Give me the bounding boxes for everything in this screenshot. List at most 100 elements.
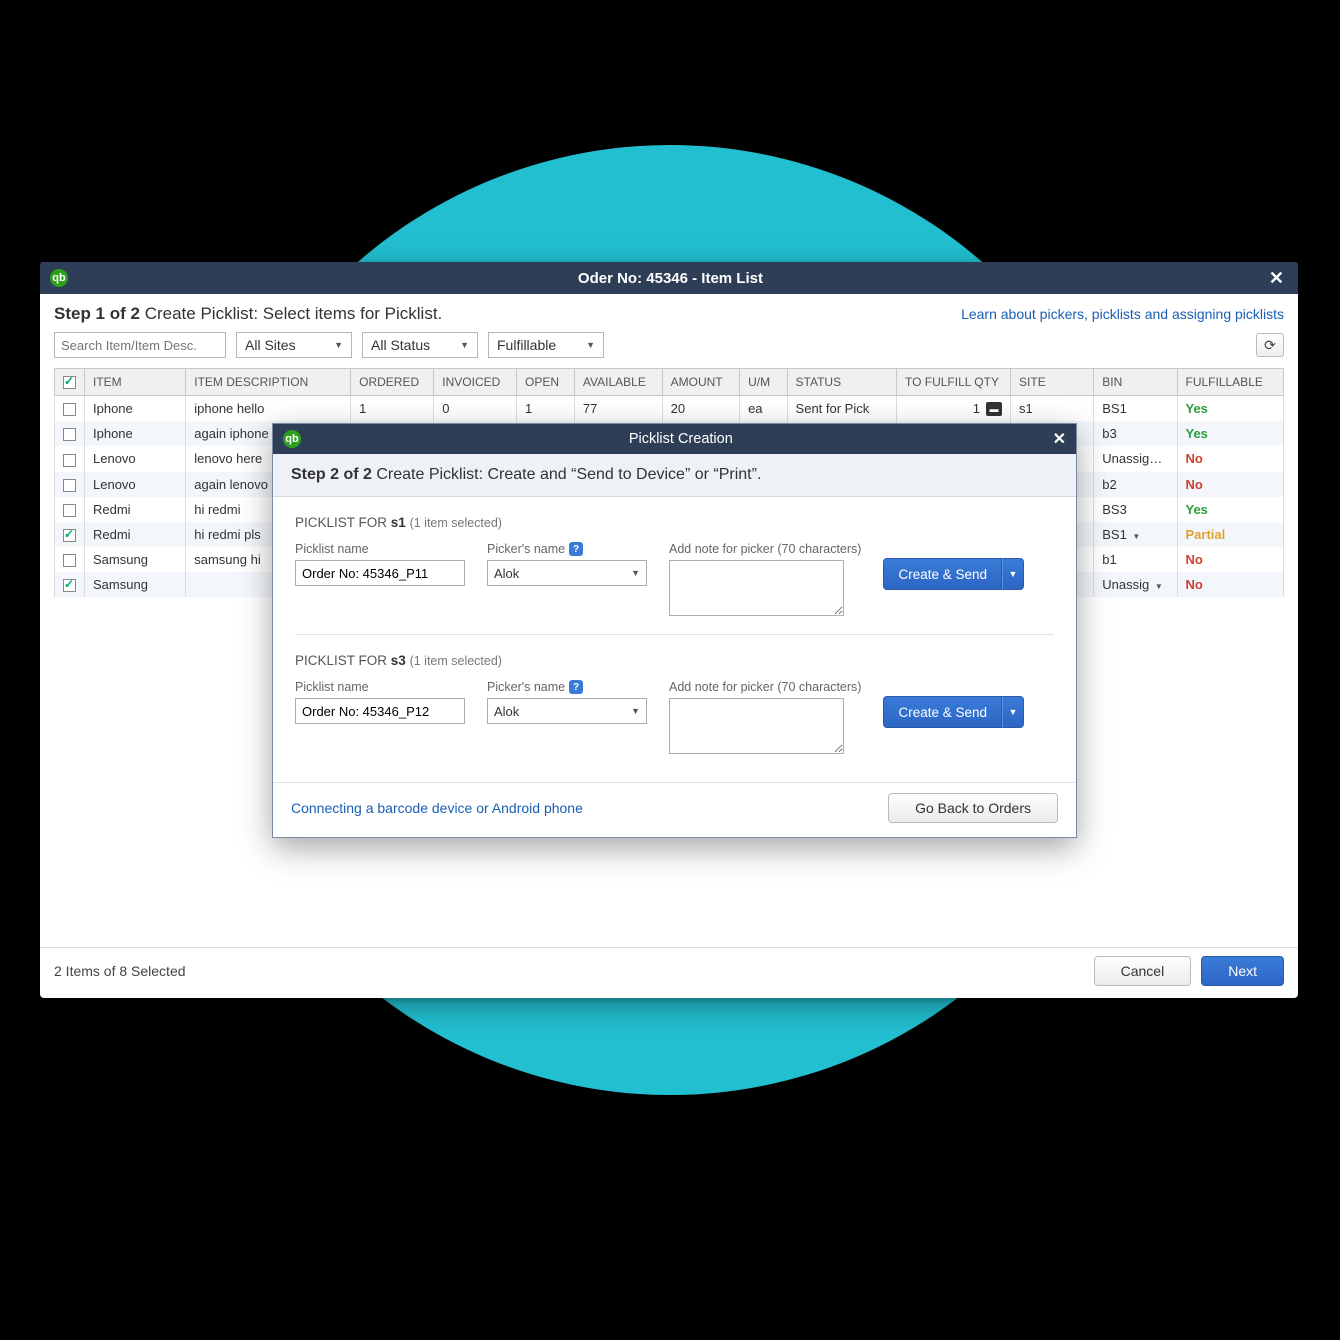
window-title: Oder No: 45346 - Item List — [76, 270, 1265, 287]
cell-bin: BS1 — [1094, 396, 1177, 422]
select-all-header[interactable] — [55, 369, 85, 396]
sites-filter[interactable]: All Sites▼ — [236, 332, 352, 358]
picklist-block: PICKLIST FOR s1 (1 item selected) Picklis… — [295, 515, 1054, 616]
cancel-button[interactable]: Cancel — [1094, 956, 1192, 986]
titlebar: qb Oder No: 45346 - Item List ✕ — [40, 262, 1298, 294]
cell-bin: b1 — [1094, 547, 1177, 572]
checkbox-icon — [63, 579, 76, 592]
note-textarea[interactable] — [669, 560, 844, 616]
qb-logo-icon: qb — [283, 430, 301, 448]
modal-step-text: Step 2 of 2 Create Picklist: Create and … — [273, 454, 1076, 497]
cell-item: Lenovo — [85, 446, 186, 471]
help-icon[interactable]: ? — [569, 680, 583, 694]
picklist-block: PICKLIST FOR s3 (1 item selected)Picklis… — [295, 634, 1054, 754]
row-checkbox[interactable] — [55, 547, 85, 572]
note-icon[interactable]: ▬ — [986, 402, 1002, 416]
cell-fulfillable: Partial — [1177, 522, 1284, 547]
cell-item: Samsung — [85, 547, 186, 572]
learn-link[interactable]: Learn about pickers, picklists and assig… — [961, 306, 1284, 322]
row-checkbox[interactable] — [55, 396, 85, 422]
picklist-block-title: PICKLIST FOR s1 (1 item selected) — [295, 515, 1054, 530]
cell-qty: 1▬ — [896, 396, 1010, 422]
row-checkbox[interactable] — [55, 446, 85, 471]
caret-down-icon: ▼ — [586, 340, 595, 350]
table-row[interactable]: Iphoneiphone hello1017720eaSent for Pick… — [55, 396, 1284, 422]
checkbox-icon — [63, 428, 76, 441]
cell-open: 1 — [517, 396, 575, 422]
column-header[interactable]: ORDERED — [351, 369, 434, 396]
note-textarea[interactable] — [669, 698, 844, 754]
create-send-button[interactable]: Create & Send▼ — [883, 696, 1024, 728]
cell-site: s1 — [1011, 396, 1094, 422]
cell-desc: iphone hello — [186, 396, 351, 422]
column-header[interactable]: BIN — [1094, 369, 1177, 396]
row-checkbox[interactable] — [55, 421, 85, 446]
cell-bin: BS1 ▼ — [1094, 522, 1177, 547]
go-back-button[interactable]: Go Back to Orders — [888, 793, 1058, 823]
row-checkbox[interactable] — [55, 572, 85, 597]
cell-fulfillable: Yes — [1177, 421, 1284, 446]
note-label: Add note for picker (70 characters) — [669, 542, 861, 556]
column-header[interactable]: ITEM DESCRIPTION — [186, 369, 351, 396]
cell-bin: b2 — [1094, 472, 1177, 497]
column-header[interactable]: AMOUNT — [662, 369, 739, 396]
help-icon[interactable]: ? — [569, 542, 583, 556]
refresh-icon: ⟳ — [1264, 337, 1276, 354]
cell-um: ea — [740, 396, 787, 422]
barcode-link[interactable]: Connecting a barcode device or Android p… — [291, 800, 583, 816]
column-header[interactable]: STATUS — [787, 369, 896, 396]
create-send-button[interactable]: Create & Send▼ — [883, 558, 1024, 590]
caret-down-icon: ▼ — [631, 568, 640, 578]
modal-titlebar: qb Picklist Creation ✕ — [273, 424, 1076, 454]
fulfillable-filter[interactable]: Fulfillable▼ — [488, 332, 604, 358]
cell-item: Iphone — [85, 421, 186, 446]
step-text: Step 1 of 2 Create Picklist: Select item… — [54, 304, 442, 324]
pickers-name-select[interactable]: Alok▼ — [487, 560, 647, 586]
refresh-button[interactable]: ⟳ — [1256, 333, 1284, 357]
picklist-name-input[interactable] — [295, 698, 465, 724]
row-checkbox[interactable] — [55, 522, 85, 547]
column-header[interactable]: OPEN — [517, 369, 575, 396]
window-close-icon[interactable]: ✕ — [1265, 268, 1288, 289]
cell-fulfillable: No — [1177, 472, 1284, 497]
column-header[interactable]: ITEM — [85, 369, 186, 396]
cell-bin: Unassig ▼ — [1094, 572, 1177, 597]
column-header[interactable]: FULFILLABLE — [1177, 369, 1284, 396]
create-send-dropdown[interactable]: ▼ — [1002, 696, 1024, 728]
checkbox-icon — [63, 504, 76, 517]
selection-status: 2 Items of 8 Selected — [54, 963, 186, 979]
cell-fulfillable: Yes — [1177, 396, 1284, 422]
cell-fulfillable: Yes — [1177, 497, 1284, 522]
column-header[interactable]: U/M — [740, 369, 787, 396]
window-footer: 2 Items of 8 Selected Cancel Next — [40, 947, 1298, 998]
caret-down-icon: ▼ — [460, 340, 469, 350]
row-checkbox[interactable] — [55, 497, 85, 522]
picklist-name-input[interactable] — [295, 560, 465, 586]
checkbox-icon — [63, 554, 76, 567]
picklist-name-label: Picklist name — [295, 542, 465, 556]
column-header[interactable]: INVOICED — [434, 369, 517, 396]
column-header[interactable]: TO FULFILL QTY — [896, 369, 1010, 396]
pickers-name-label: Picker's name ? — [487, 542, 647, 556]
row-checkbox[interactable] — [55, 472, 85, 497]
cell-item: Redmi — [85, 497, 186, 522]
cell-ordered: 1 — [351, 396, 434, 422]
caret-down-icon[interactable]: ▼ — [1155, 582, 1163, 591]
cell-bin: Unassig… — [1094, 446, 1177, 471]
column-header[interactable]: SITE — [1011, 369, 1094, 396]
checkbox-icon — [63, 376, 76, 389]
cell-bin: BS3 — [1094, 497, 1177, 522]
caret-down-icon[interactable]: ▼ — [1132, 532, 1140, 541]
modal-close-icon[interactable]: ✕ — [1053, 429, 1066, 449]
status-filter[interactable]: All Status▼ — [362, 332, 478, 358]
cell-fulfillable: No — [1177, 547, 1284, 572]
pickers-name-select[interactable]: Alok▼ — [487, 698, 647, 724]
cell-item: Redmi — [85, 522, 186, 547]
search-input[interactable] — [54, 332, 226, 358]
modal-footer: Connecting a barcode device or Android p… — [273, 782, 1076, 837]
create-send-dropdown[interactable]: ▼ — [1002, 558, 1024, 590]
next-button[interactable]: Next — [1201, 956, 1284, 986]
column-header[interactable]: AVAILABLE — [574, 369, 662, 396]
cell-amount: 20 — [662, 396, 739, 422]
picklist-modal: qb Picklist Creation ✕ Step 2 of 2 Creat… — [272, 423, 1077, 838]
